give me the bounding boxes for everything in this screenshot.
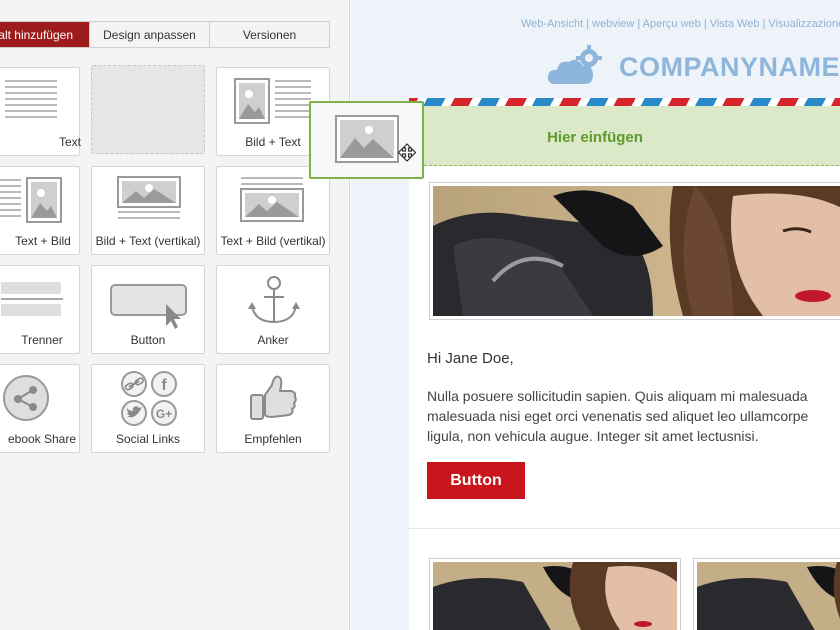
block-text-image[interactable]: Text + Bild [0,166,80,255]
svg-text:G+: G+ [156,407,172,421]
body-line: ligula, non vehicula augue. Integer sit … [427,428,759,444]
greeting: Hi Jane Doe, [427,350,514,367]
web-view-links[interactable]: Web-Ansicht | webview | Aperçu web | Vis… [521,18,840,30]
google-plus-icon: G+ [151,400,177,426]
thumbs-up-icon [250,375,297,420]
image-text-vertical-icon [117,176,181,219]
facebook-icon: f [151,371,177,397]
block-recommend-label: Empfehlen [244,432,302,446]
block-image-text-vertical[interactable]: Bild + Text (vertikal) [91,166,205,255]
block-facebook-share-label: ebook Share [7,432,77,446]
drop-zone-label: Hier einfügen [547,129,643,146]
divider-icon [1,282,63,316]
hero-photo [433,186,840,316]
cloud-gear-logo-icon [547,45,602,84]
block-text[interactable]: Text [0,67,82,156]
link-icon [121,371,147,397]
thumbnail-image-1[interactable] [429,558,681,630]
twitter-icon [121,400,147,426]
email-body: Hier einfügen Hi Jane Doe, Nulla posuere… [409,98,840,630]
move-cursor-icon [397,143,417,162]
thumbnail-photo [433,562,677,630]
svg-text:f: f [161,377,167,394]
company-name: COMPANYNAME [619,52,840,82]
text-image-icon [0,177,62,223]
text-lines-icon [5,80,57,118]
button-icon [110,284,187,329]
email-cta-button[interactable]: Button [427,462,525,499]
block-anchor-label: Anker [257,333,289,347]
block-divider[interactable]: Trenner [0,265,80,354]
body-text: Nulla posuere sollicitudin sapien. Quis … [427,386,840,446]
dragged-image-block[interactable] [309,101,424,179]
thumbnail-photo [697,562,840,630]
thumbnail-image-2[interactable] [693,558,840,630]
tab-customize-design[interactable]: Design anpassen [90,22,210,47]
body-line: malesuada nisi eget orci venenatis sed a… [427,408,809,424]
block-anchor[interactable]: Anker [216,265,330,354]
email-preview-canvas: Web-Ansicht | webview | Aperçu web | Vis… [351,0,840,630]
drop-zone[interactable]: Hier einfügen [409,106,840,166]
share-icon [3,375,49,421]
block-text-image-vertical-label: Text + Bild (vertikal) [220,234,326,248]
image-icon [335,115,399,163]
block-button-label: Button [130,333,166,347]
tab-versions[interactable]: Versionen [210,22,329,47]
block-text-image-label: Text + Bild [15,234,71,248]
block-social-links[interactable]: f G+ Social Links [91,364,205,453]
block-text-label: Text [59,135,82,149]
tab-add-content[interactable]: alt hinzufügen [0,22,90,47]
body-line: Nulla posuere sollicitudin sapien. Quis … [427,388,808,404]
block-divider-label: Trenner [21,333,63,347]
empty-block-slot [91,65,205,154]
section-divider [409,528,840,529]
block-recommend[interactable]: Empfehlen [216,364,330,453]
panel-tabs: alt hinzufügen Design anpassen Versionen [0,21,330,48]
content-blocks-panel: alt hinzufügen Design anpassen Versionen… [0,0,350,630]
hero-image[interactable] [429,182,840,320]
block-social-links-label: Social Links [115,432,181,446]
block-facebook-share[interactable]: ebook Share [0,364,80,453]
anchor-icon [248,276,300,324]
block-image-text-vertical-label: Bild + Text (vertikal) [95,234,201,248]
block-button[interactable]: Button [91,265,205,354]
airmail-stripe [409,98,840,106]
